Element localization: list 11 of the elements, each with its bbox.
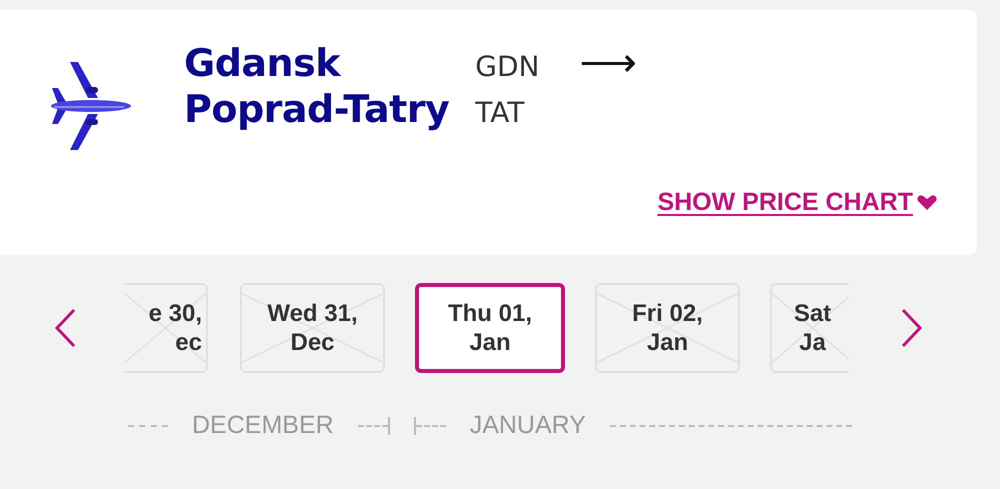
month-label: DECEMBER — [192, 411, 334, 440]
destination-city: Poprad-Tatry — [184, 86, 450, 132]
month-label: JANUARY — [470, 411, 586, 440]
date-option[interactable]: Thu 01, Jan — [415, 283, 565, 373]
show-price-chart-link[interactable]: SHOW PRICE CHART — [657, 188, 937, 217]
airplane-icon — [50, 62, 132, 150]
origin-code: GDN — [475, 50, 540, 83]
arrow-icon: ⟶ — [579, 43, 636, 83]
heart-icon — [917, 194, 937, 210]
destination-code: TAT — [475, 96, 526, 129]
origin-city: Gdansk — [184, 40, 342, 86]
